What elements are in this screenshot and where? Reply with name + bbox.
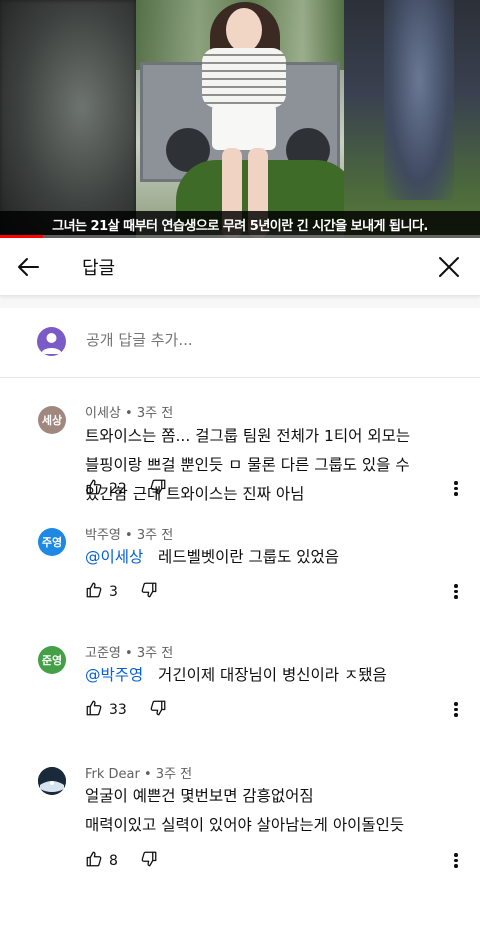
comment-author[interactable]: 이세상 — [85, 406, 121, 421]
mention-link[interactable]: @이세상 — [85, 548, 143, 566]
like-button[interactable]: 3 — [85, 581, 140, 603]
dislike-button[interactable] — [149, 478, 167, 500]
close-button[interactable] — [436, 254, 462, 280]
meta-separator: • — [120, 528, 137, 543]
meta-separator: • — [120, 646, 137, 661]
comment-meta: Frk Dear • 3주 전 — [85, 763, 192, 782]
arrow-left-icon — [18, 258, 39, 276]
like-button[interactable]: 8 — [85, 850, 140, 872]
comment-actions: 22 — [85, 478, 167, 500]
comment-author[interactable]: 고준영 — [85, 646, 121, 661]
thumbs-down-icon — [140, 850, 158, 872]
video-blur-left — [0, 0, 136, 238]
comment-line: 블핑이랑 쁘걸 뿐인듯 ㅁ 물론 다른 그룹도 있을 수 — [85, 456, 410, 474]
comment-time: 3주 전 — [155, 767, 193, 782]
like-count: 22 — [109, 481, 127, 497]
video-player[interactable]: 그녀는 21살 때부터 연습생으로 무려 5년이란 긴 시간을 보내게 됩니다. — [0, 0, 480, 238]
add-reply-row[interactable] — [0, 308, 480, 378]
meta-separator: • — [120, 406, 137, 421]
comment-author[interactable]: Frk Dear — [85, 767, 140, 782]
thumbs-up-icon — [85, 581, 103, 603]
comment-time: 3주 전 — [136, 646, 174, 661]
thumbs-up-icon — [85, 850, 103, 872]
reply-input[interactable] — [86, 331, 386, 349]
comment-line-text: 레드벨벳이란 그룹도 있었음 — [143, 548, 340, 566]
more-vertical-icon — [448, 481, 464, 496]
thumbs-down-icon — [149, 699, 167, 721]
avatar[interactable] — [38, 767, 66, 795]
comment-line-text: 거긴이제 대장님이 병신이라 ㅈ됐음 — [143, 666, 387, 684]
comment-text: @박주영 거긴이제 대장님이 병신이라 ㅈ됐음 — [85, 661, 460, 690]
comment-list: 세상 이세상 • 3주 전 트와이스는 쫌... 걸그룹 팀원 전체가 1티어 외모… — [0, 378, 480, 874]
my-avatar — [37, 327, 66, 356]
avatar[interactable]: 세상 — [38, 406, 66, 434]
like-button[interactable]: 22 — [85, 478, 149, 500]
more-options-button[interactable] — [448, 479, 464, 499]
comment-line: 얼굴이 예쁜건 몇번보면 감흥없어짐 — [85, 787, 314, 805]
comment-item: 준영 고준영 • 3주 전 @박주영 거긴이제 대장님이 병신이라 ㅈ됐음 33 — [0, 616, 480, 734]
mention-link[interactable]: @박주영 — [85, 666, 143, 684]
thumbs-up-icon — [85, 478, 103, 500]
comment-line: 트와이스는 쫌... 걸그룹 팀원 전체가 1티어 외모는 — [85, 427, 411, 445]
comment-time: 3주 전 — [136, 406, 174, 421]
dislike-button[interactable] — [140, 850, 158, 872]
comment-time: 3주 전 — [136, 528, 174, 543]
video-caption-text: 그녀는 21살 때부터 연습생으로 무려 5년이란 긴 시간을 보내게 됩니다. — [52, 219, 428, 234]
comment-author[interactable]: 박주영 — [85, 528, 121, 543]
comment-line: @박주영 거긴이제 대장님이 병신이라 ㅈ됐음 — [85, 661, 460, 690]
like-count: 33 — [109, 702, 127, 718]
section-spacer — [0, 296, 480, 308]
more-options-button[interactable] — [448, 851, 464, 871]
comment-meta: 박주영 • 3주 전 — [85, 524, 173, 543]
more-vertical-icon — [448, 702, 464, 717]
more-vertical-icon — [448, 584, 464, 599]
video-blur-right — [344, 0, 480, 238]
video-frame — [136, 0, 344, 238]
comment-actions: 8 — [85, 850, 158, 872]
page-title: 답글 — [82, 258, 116, 279]
more-options-button[interactable] — [448, 582, 464, 602]
comment-actions: 33 — [85, 699, 167, 721]
comment-line: @이세상 레드벨벳이란 그룹도 있었음 — [85, 543, 460, 572]
thumbs-up-icon — [85, 699, 103, 721]
replies-header: 답글 — [0, 238, 480, 296]
back-button[interactable] — [14, 253, 42, 281]
avatar[interactable]: 주영 — [38, 528, 66, 556]
close-icon — [439, 257, 459, 277]
more-options-button[interactable] — [448, 700, 464, 720]
comment-item: 세상 이세상 • 3주 전트와이스는 쫌... 걸그룹 팀원 전체가 1티어 외모… — [0, 378, 480, 503]
comment-item: 주영 박주영 • 3주 전 @이세상 레드벨벳이란 그룹도 있었음 3 — [0, 498, 480, 616]
more-vertical-icon — [448, 853, 464, 868]
meta-separator: • — [139, 767, 156, 782]
comment-meta: 이세상 • 3주 전 — [85, 402, 173, 421]
comment-text: 얼굴이 예쁜건 몇번보면 감흥없어짐매력이있고 실력이 있어야 살아남는게 아이… — [85, 782, 460, 840]
comment-line: 매력이있고 실력이 있어야 살아남는게 아이돌인듯 — [85, 816, 405, 834]
dislike-button[interactable] — [149, 699, 167, 721]
thumbs-down-icon — [140, 581, 158, 603]
like-count: 3 — [109, 584, 118, 600]
user-icon — [41, 333, 62, 354]
dislike-button[interactable] — [140, 581, 158, 603]
thumbs-down-icon — [149, 478, 167, 500]
comment-actions: 3 — [85, 581, 158, 603]
video-caption: 그녀는 21살 때부터 연습생으로 무려 5년이란 긴 시간을 보내게 됩니다. — [0, 211, 480, 238]
comment-item: Frk Dear • 3주 전얼굴이 예쁜건 몇번보면 감흥없어짐매력이있고 실… — [0, 734, 480, 874]
avatar[interactable]: 준영 — [38, 646, 66, 674]
comment-meta: 고준영 • 3주 전 — [85, 642, 173, 661]
like-count: 8 — [109, 853, 118, 869]
comment-text: @이세상 레드벨벳이란 그룹도 있었음 — [85, 543, 460, 572]
like-button[interactable]: 33 — [85, 699, 149, 721]
